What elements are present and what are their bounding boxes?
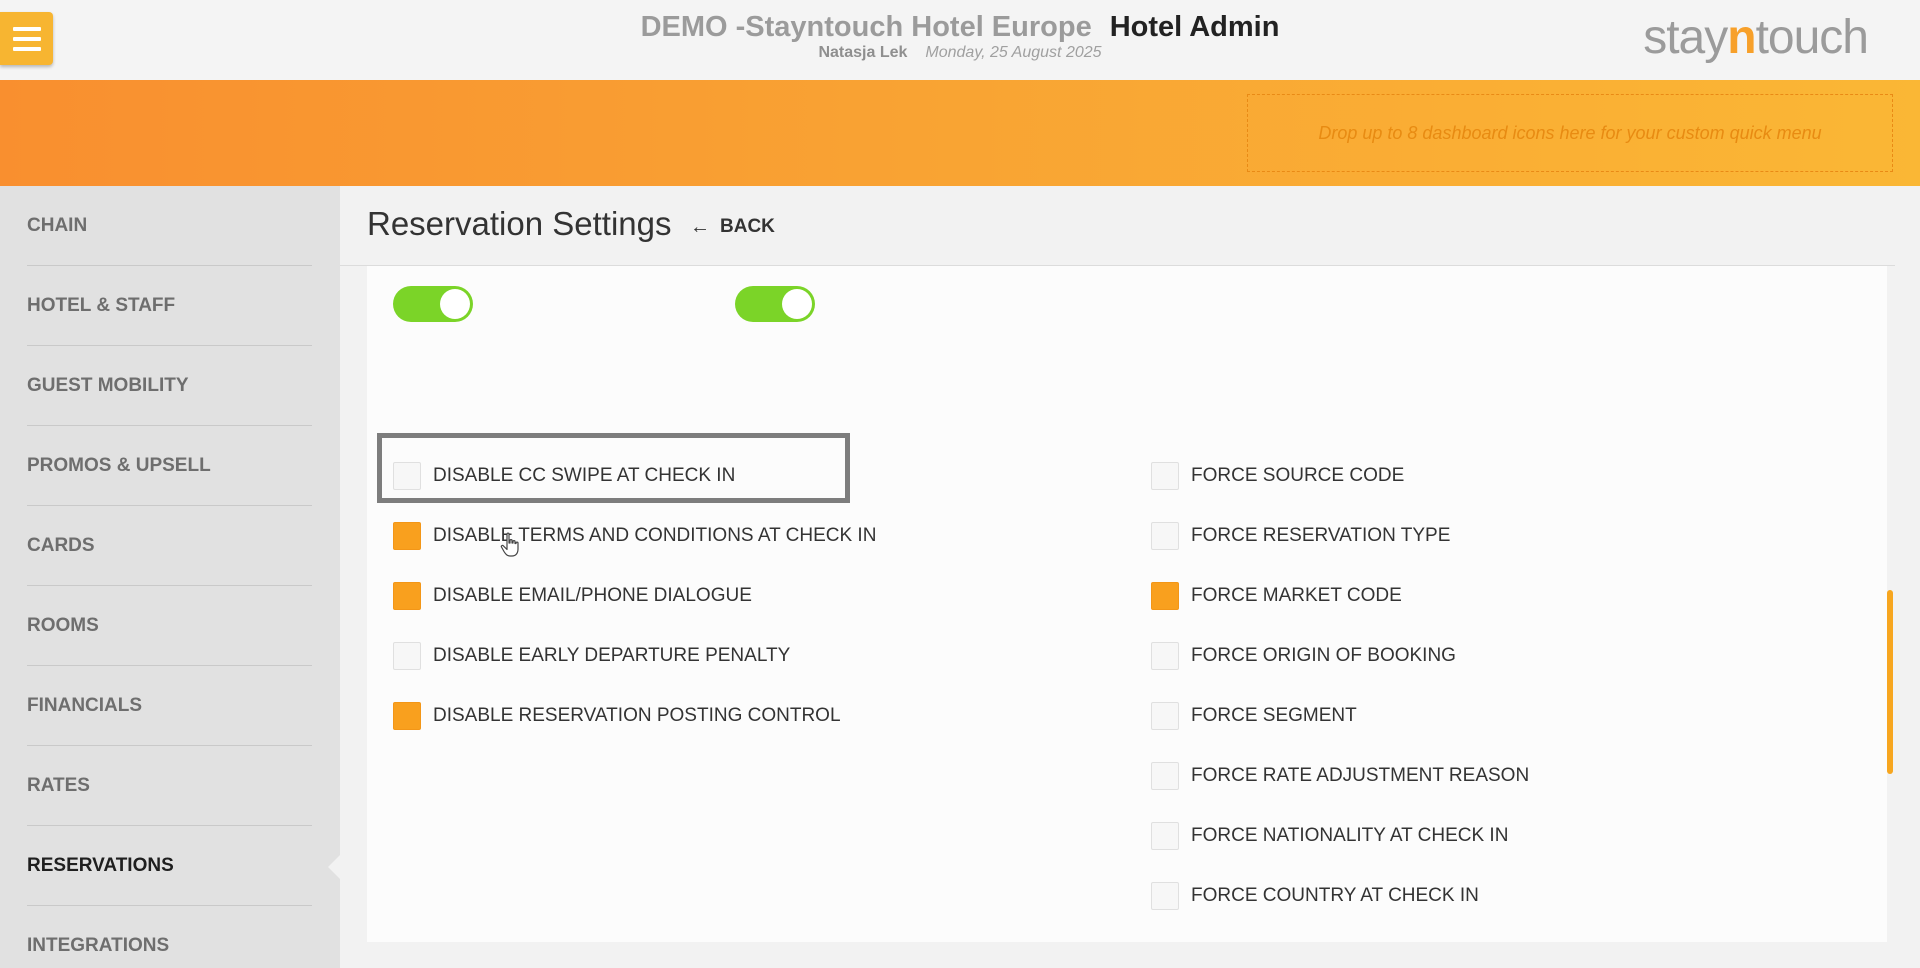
- option-label: FORCE SOURCE CODE: [1191, 465, 1405, 486]
- sidebar-item-cards[interactable]: CARDS: [27, 506, 312, 586]
- page-title: Reservation Settings: [367, 205, 672, 242]
- option-force-nationality-at-check-in[interactable]: FORCE NATIONALITY AT CHECK IN: [1151, 821, 1508, 851]
- checkbox[interactable]: [393, 642, 421, 670]
- option-disable-terms-conditions[interactable]: DISABLE TERMS AND CONDITIONS AT CHECK IN: [393, 521, 876, 551]
- option-label: DISABLE EMAIL/PHONE DIALOGUE: [433, 585, 752, 606]
- option-label: FORCE SEGMENT: [1191, 705, 1357, 726]
- app-name: Hotel Admin: [1109, 11, 1280, 43]
- hand-pointer-cursor-icon: [500, 532, 519, 557]
- back-button[interactable]: ← BACK: [690, 216, 775, 238]
- option-label: DISABLE RESERVATION POSTING CONTROL: [433, 705, 841, 726]
- option-label: FORCE COUNTRY AT CHECK IN: [1191, 885, 1479, 906]
- checkbox[interactable]: [1151, 702, 1179, 730]
- option-label: DISABLE EARLY DEPARTURE PENALTY: [433, 645, 791, 666]
- header-subtitle: Natasja Lek Monday, 25 August 2025: [0, 43, 1920, 63]
- admin-sidebar: CHAIN HOTEL & STAFF GUEST MOBILITY PROMO…: [0, 186, 340, 968]
- sidebar-item-promos-upsell[interactable]: PROMOS & UPSELL: [27, 426, 312, 506]
- option-force-origin-of-booking[interactable]: FORCE ORIGIN OF BOOKING: [1151, 641, 1456, 671]
- header-title-block: DEMO -Stayntouch Hotel Europe Hotel Admin…: [0, 10, 1920, 63]
- checkbox[interactable]: [1151, 882, 1179, 910]
- option-label: FORCE MARKET CODE: [1191, 585, 1402, 606]
- hotel-name: DEMO -Stayntouch Hotel Europe: [640, 11, 1092, 43]
- checkbox[interactable]: [1151, 462, 1179, 490]
- quick-menu-dropzone[interactable]: Drop up to 8 dashboard icons here for yo…: [1247, 94, 1893, 172]
- quick-menu-band: Drop up to 8 dashboard icons here for yo…: [0, 80, 1920, 186]
- focus-highlight-box: [377, 433, 850, 503]
- sidebar-item-financials[interactable]: FINANCIALS: [27, 666, 312, 746]
- option-force-source-code[interactable]: FORCE SOURCE CODE: [1151, 461, 1404, 491]
- sidebar-item-integrations[interactable]: INTEGRATIONS: [27, 906, 312, 968]
- sidebar-item-rooms[interactable]: ROOMS: [27, 586, 312, 666]
- header-title: DEMO -Stayntouch Hotel Europe Hotel Admin: [0, 10, 1920, 44]
- option-disable-reservation-posting-control[interactable]: DISABLE RESERVATION POSTING CONTROL: [393, 701, 841, 731]
- toggle-knob: [440, 289, 470, 319]
- option-force-rate-adjustment-reason[interactable]: FORCE RATE ADJUSTMENT REASON: [1151, 761, 1529, 791]
- back-label: BACK: [720, 216, 775, 237]
- option-force-segment[interactable]: FORCE SEGMENT: [1151, 701, 1357, 731]
- checkbox[interactable]: [393, 582, 421, 610]
- quick-menu-placeholder: Drop up to 8 dashboard icons here for yo…: [1318, 122, 1822, 143]
- checkbox[interactable]: [1151, 522, 1179, 550]
- toggle-switch[interactable]: [393, 286, 473, 322]
- checkbox[interactable]: [1151, 762, 1179, 790]
- sidebar-item-chain[interactable]: CHAIN: [27, 186, 312, 266]
- option-disable-email-phone-dialogue[interactable]: DISABLE EMAIL/PHONE DIALOGUE: [393, 581, 752, 611]
- option-force-reservation-type[interactable]: FORCE RESERVATION TYPE: [1151, 521, 1450, 551]
- user-name: Natasja Lek: [818, 44, 908, 61]
- business-date: Monday, 25 August 2025: [925, 44, 1102, 61]
- panel-scrollbar[interactable]: [1887, 590, 1893, 774]
- option-disable-early-departure-penalty[interactable]: DISABLE EARLY DEPARTURE PENALTY: [393, 641, 790, 671]
- checkbox[interactable]: [393, 702, 421, 730]
- toggle-switch[interactable]: [735, 286, 815, 322]
- option-label: FORCE ORIGIN OF BOOKING: [1191, 645, 1456, 666]
- option-force-market-code[interactable]: FORCE MARKET CODE: [1151, 581, 1402, 611]
- stayntouch-logo: stayntouch: [1643, 11, 1869, 64]
- checkbox[interactable]: [1151, 822, 1179, 850]
- toggle-knob: [782, 289, 812, 319]
- sidebar-item-guest-mobility[interactable]: GUEST MOBILITY: [27, 346, 312, 426]
- checkbox[interactable]: [393, 522, 421, 550]
- sidebar-item-reservations[interactable]: RESERVATIONS: [27, 826, 312, 906]
- option-label: FORCE NATIONALITY AT CHECK IN: [1191, 825, 1509, 846]
- checkbox[interactable]: [1151, 582, 1179, 610]
- active-item-pointer: [328, 855, 340, 879]
- option-force-country-at-check-in[interactable]: FORCE COUNTRY AT CHECK IN: [1151, 881, 1479, 911]
- app-header: DEMO -Stayntouch Hotel Europe Hotel Admin…: [0, 0, 1920, 80]
- sidebar-item-hotel-staff[interactable]: HOTEL & STAFF: [27, 266, 312, 346]
- option-label: FORCE RATE ADJUSTMENT REASON: [1191, 765, 1530, 786]
- checkbox[interactable]: [1151, 642, 1179, 670]
- arrow-left-icon: ←: [690, 216, 710, 238]
- option-label: FORCE RESERVATION TYPE: [1191, 525, 1451, 546]
- sidebar-item-rates[interactable]: RATES: [27, 746, 312, 826]
